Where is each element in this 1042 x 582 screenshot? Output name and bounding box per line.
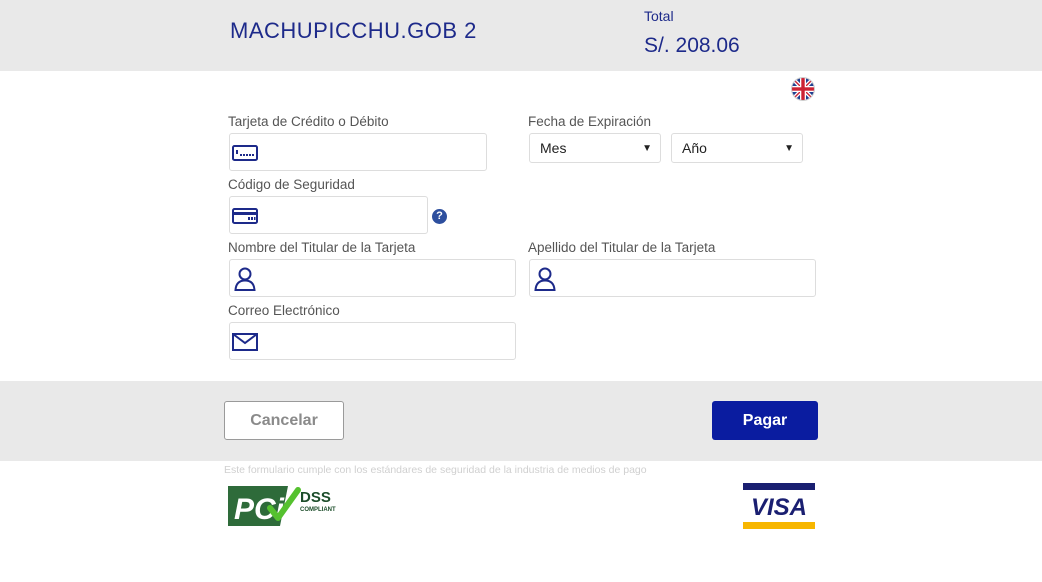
help-icon[interactable]: ? (432, 209, 447, 224)
card-number-input[interactable] (266, 134, 480, 170)
svg-text:PCi: PCi (234, 493, 285, 526)
pci-dss-compliant-logo: PCi DSS COMPLIANT (226, 482, 346, 530)
email-input[interactable] (266, 323, 509, 359)
cvv-input[interactable] (266, 197, 421, 233)
email-field[interactable] (229, 322, 516, 360)
cvv-field[interactable] (229, 196, 428, 234)
chevron-down-icon: ▼ (784, 143, 794, 154)
first-name-input[interactable] (266, 260, 509, 296)
card-number-field[interactable] (229, 133, 487, 171)
total-label: Total (644, 8, 674, 24)
cancel-button[interactable]: Cancelar (224, 401, 344, 440)
header-band: MACHUPICCHU.GOB 2 Total S/. 208.06 (0, 0, 1042, 71)
year-select-value: Año (682, 140, 707, 156)
first-name-label: Nombre del Titular de la Tarjeta (228, 240, 416, 255)
card-number-label: Tarjeta de Crédito o Débito (228, 114, 389, 129)
visa-logo: VISA (743, 483, 815, 529)
envelope-icon (232, 331, 258, 353)
user-icon (532, 267, 558, 291)
month-select[interactable]: Mes ▼ (529, 133, 661, 163)
last-name-input[interactable] (566, 260, 809, 296)
action-band (0, 381, 1042, 461)
security-disclaimer: Este formulario cumple con los estándare… (224, 464, 647, 476)
expiry-label: Fecha de Expiración (528, 114, 652, 129)
cvv-label: Código de Seguridad (228, 177, 355, 192)
uk-flag-icon[interactable] (792, 78, 814, 100)
last-name-field[interactable] (529, 259, 816, 297)
first-name-field[interactable] (229, 259, 516, 297)
cvv-card-icon (232, 205, 258, 227)
email-label: Correo Electrónico (228, 303, 340, 318)
card-number-icon (232, 142, 258, 164)
total-amount: S/. 208.06 (644, 34, 740, 57)
user-icon (232, 267, 258, 291)
pay-button[interactable]: Pagar (712, 401, 818, 440)
last-name-label: Apellido del Titular de la Tarjeta (528, 240, 716, 255)
month-select-value: Mes (540, 140, 567, 156)
svg-text:VISA: VISA (751, 494, 807, 521)
merchant-name: MACHUPICCHU.GOB 2 (230, 18, 477, 43)
payment-page: MACHUPICCHU.GOB 2 Total S/. 208.06 Tarje… (0, 0, 1042, 582)
chevron-down-icon: ▼ (642, 143, 652, 154)
year-select[interactable]: Año ▼ (671, 133, 803, 163)
svg-text:COMPLIANT: COMPLIANT (300, 507, 336, 513)
svg-text:DSS: DSS (300, 489, 331, 506)
